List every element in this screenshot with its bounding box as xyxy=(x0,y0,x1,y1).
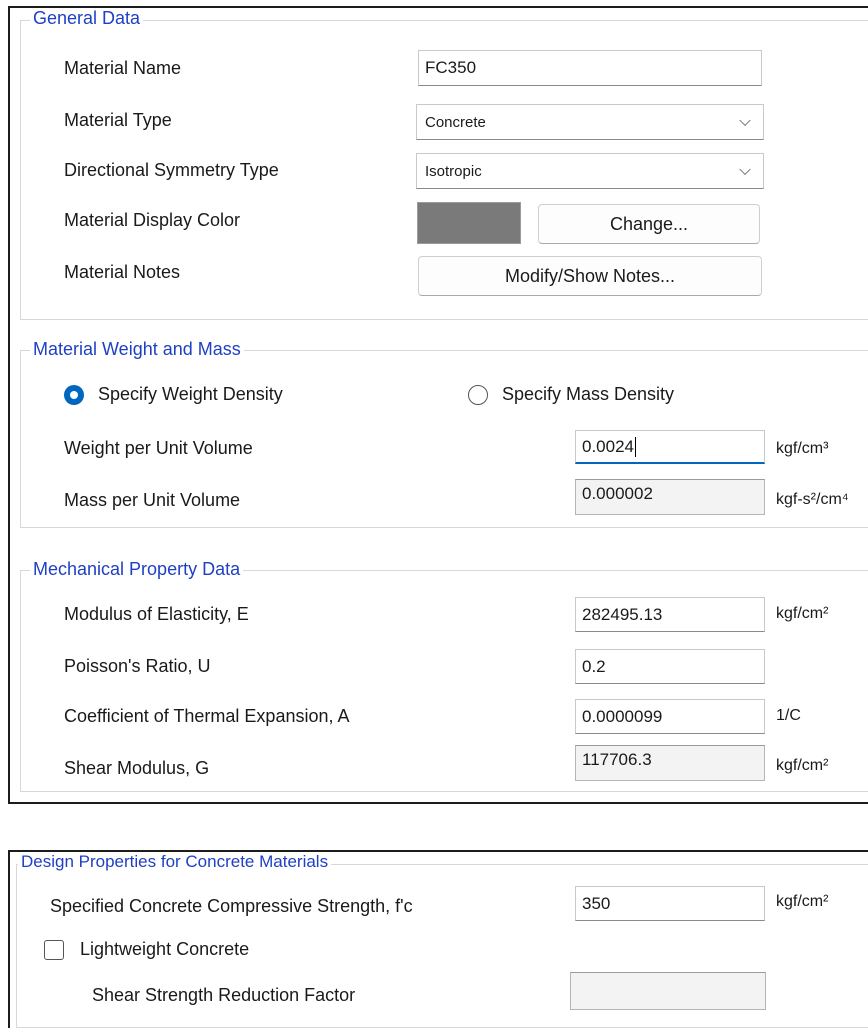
symmetry-type-value: Isotropic xyxy=(425,162,482,180)
shear-reduction-field xyxy=(570,972,766,1010)
material-name-input[interactable]: FC350 xyxy=(418,50,762,86)
mechanical-property-legend: Mechanical Property Data xyxy=(30,559,244,580)
thermal-expansion-input[interactable]: 0.0000099 xyxy=(575,699,765,734)
change-color-button[interactable]: Change... xyxy=(538,204,760,244)
design-properties-legend: Design Properties for Concrete Materials xyxy=(18,852,332,872)
compressive-strength-input[interactable]: 350 xyxy=(575,886,765,921)
compressive-strength-unit: kgf/cm² xyxy=(776,893,829,910)
specify-mass-label[interactable]: Specify Mass Density xyxy=(502,384,674,405)
poisson-ratio-input[interactable]: 0.2 xyxy=(575,649,765,684)
thermal-expansion-label: Coefficient of Thermal Expansion, A xyxy=(64,706,350,726)
thermal-expansion-unit: 1/C xyxy=(776,707,801,724)
modulus-elasticity-unit: kgf/cm² xyxy=(776,605,829,622)
mass-unit: kgf-s²/cm⁴ xyxy=(776,491,849,508)
compressive-strength-label: Specified Concrete Compressive Strength,… xyxy=(50,896,413,916)
specify-weight-label[interactable]: Specify Weight Density xyxy=(98,384,283,405)
mass-per-volume-label: Mass per Unit Volume xyxy=(64,490,241,510)
shear-modulus-field: 117706.3 xyxy=(575,745,765,781)
display-color-label: Material Display Color xyxy=(64,210,241,230)
modulus-elasticity-input[interactable]: 282495.13 xyxy=(575,597,765,632)
shear-modulus-value: 117706.3 xyxy=(582,750,652,769)
material-type-value: Concrete xyxy=(425,113,486,131)
weight-per-volume-label: Weight per Unit Volume xyxy=(64,438,253,458)
modify-notes-button[interactable]: Modify/Show Notes... xyxy=(418,256,762,296)
text-caret xyxy=(635,436,636,457)
material-notes-label: Material Notes xyxy=(64,262,181,282)
mass-per-volume-value: 0.000002 xyxy=(582,484,653,503)
general-data-legend: General Data xyxy=(30,8,144,29)
poisson-ratio-label: Poisson's Ratio, U xyxy=(64,656,211,676)
color-swatch xyxy=(417,202,521,244)
lightweight-concrete-checkbox[interactable] xyxy=(44,940,64,960)
modulus-elasticity-label: Modulus of Elasticity, E xyxy=(64,604,249,624)
poisson-ratio-value: 0.2 xyxy=(582,656,606,676)
material-name-value: FC350 xyxy=(425,58,477,77)
shear-modulus-unit: kgf/cm² xyxy=(776,757,829,774)
lightweight-concrete-label[interactable]: Lightweight Concrete xyxy=(80,939,249,960)
material-type-label: Material Type xyxy=(64,110,172,130)
symmetry-type-dropdown[interactable]: Isotropic xyxy=(416,153,764,189)
weight-per-volume-input[interactable]: 0.0024 xyxy=(575,430,765,464)
symmetry-type-label: Directional Symmetry Type xyxy=(64,160,279,180)
weight-per-volume-value: 0.0024 xyxy=(582,436,634,456)
specify-weight-radio[interactable] xyxy=(64,385,84,405)
material-type-dropdown[interactable]: Concrete xyxy=(416,104,764,140)
material-name-label: Material Name xyxy=(64,58,182,78)
chevron-down-icon xyxy=(739,163,751,176)
modulus-elasticity-value: 282495.13 xyxy=(582,604,663,624)
shear-modulus-label: Shear Modulus, G xyxy=(64,758,210,778)
chevron-down-icon xyxy=(739,114,751,127)
weight-unit: kgf/cm³ xyxy=(776,440,829,457)
thermal-expansion-value: 0.0000099 xyxy=(582,706,663,726)
specify-mass-radio[interactable] xyxy=(468,385,488,405)
mass-per-volume-field: 0.000002 xyxy=(575,479,765,515)
weight-mass-legend: Material Weight and Mass xyxy=(30,339,244,360)
shear-reduction-label: Shear Strength Reduction Factor xyxy=(92,985,356,1005)
compressive-strength-value: 350 xyxy=(582,893,611,913)
